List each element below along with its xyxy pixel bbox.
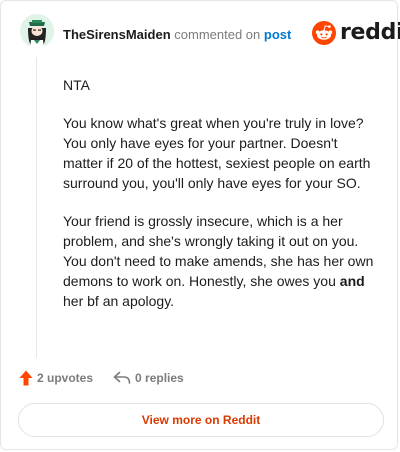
- comment-actions: 2 upvotes 0 replies: [19, 370, 184, 386]
- comment-body: NTA You know what's great when you're tr…: [63, 75, 375, 329]
- reddit-logo[interactable]: reddit: [312, 20, 400, 45]
- comment-embed-card: TheSirensMaiden commented on post reddit…: [0, 0, 400, 450]
- comment-text: Your friend is grossly insecure, which i…: [63, 213, 374, 289]
- reddit-wordmark: reddit: [340, 20, 400, 45]
- username-link[interactable]: TheSirensMaiden: [63, 27, 171, 42]
- reply-count: 0 replies: [135, 371, 184, 385]
- comment-paragraph: Your friend is grossly insecure, which i…: [63, 211, 375, 311]
- view-more-button[interactable]: View more on Reddit: [18, 403, 384, 437]
- post-link[interactable]: post: [264, 27, 291, 42]
- upvote-arrow-icon: [19, 370, 33, 386]
- comment-byline: TheSirensMaiden commented on post: [63, 27, 291, 42]
- comment-paragraph: NTA: [63, 77, 90, 93]
- reply-arrow-icon: [113, 371, 131, 384]
- upvote-count: 2 upvotes: [37, 371, 94, 385]
- comment-bold-text: and: [339, 273, 365, 289]
- comment-paragraph: You know what's great when you're truly …: [63, 115, 371, 191]
- avatar[interactable]: [20, 14, 54, 48]
- reddit-logo-icon: [312, 20, 336, 45]
- action-text: commented on: [174, 27, 261, 42]
- upvote-button[interactable]: 2 upvotes: [19, 370, 93, 386]
- comment-header: TheSirensMaiden commented on post reddit: [1, 1, 400, 65]
- reply-button[interactable]: 0 replies: [113, 371, 184, 385]
- comment-text: her bf an apology.: [63, 293, 175, 309]
- thread-line[interactable]: [36, 57, 37, 358]
- avatar-image: [20, 14, 54, 48]
